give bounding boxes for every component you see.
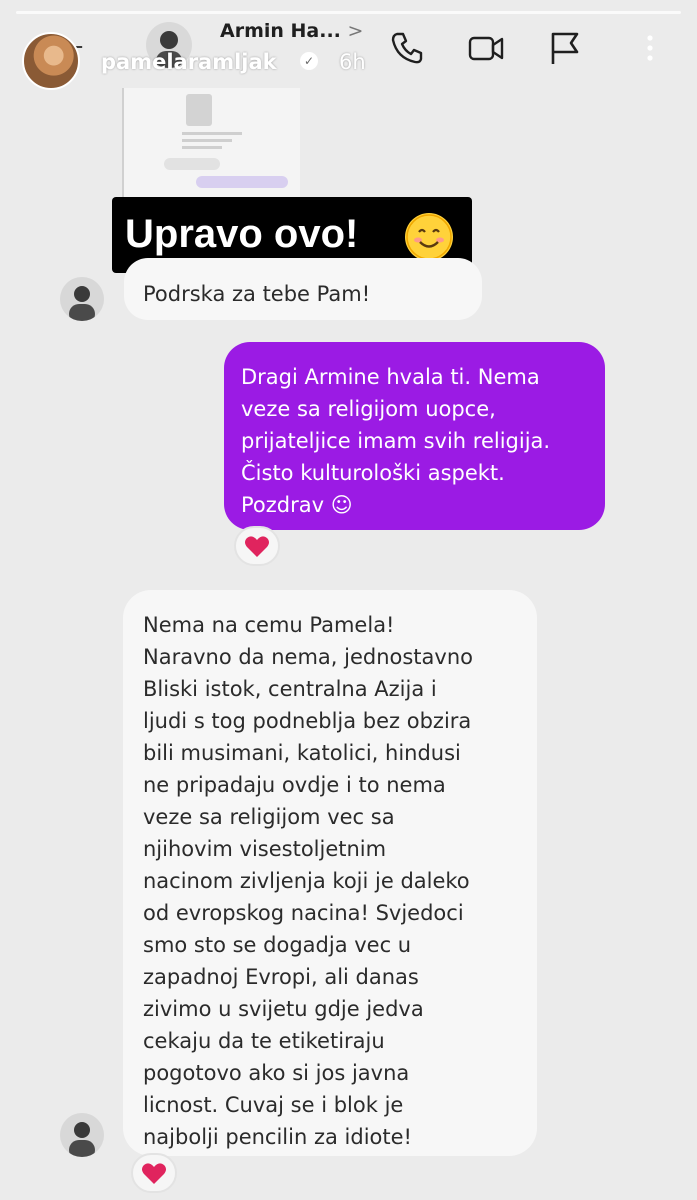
heart-icon: [245, 536, 269, 557]
incoming-message-text-long: Nema na cemu Pamela! Naravno da nema, je…: [143, 613, 473, 1149]
report-flag-icon[interactable]: [545, 28, 585, 68]
sticker-text: Upravo ovo!: [125, 212, 359, 256]
incoming-message-text: Podrska za tebe Pam!: [143, 282, 371, 306]
more-options-icon[interactable]: [640, 28, 660, 68]
outgoing-message-text: Dragi Armine hvala ti. Nema veze sa reli…: [241, 365, 551, 517]
video-call-icon[interactable]: [466, 28, 506, 68]
shared-screenshot-thumbnail: [122, 88, 300, 198]
dm-contact-name[interactable]: Armin Ha... >: [220, 20, 363, 42]
verified-badge-icon: ✓: [300, 52, 318, 70]
story-timestamp: 6h: [339, 50, 366, 74]
story-progress-bar: [16, 11, 681, 14]
heart-icon: [142, 1163, 166, 1184]
dm-contact-name-text: Armin Ha...: [220, 20, 341, 42]
smiling-face-emoji-icon: [405, 213, 453, 261]
phone-call-icon[interactable]: [387, 28, 427, 68]
sender-avatar[interactable]: [60, 1113, 104, 1157]
chevron-right-icon: >: [347, 20, 364, 42]
message-reaction[interactable]: [234, 526, 280, 566]
message-reaction[interactable]: [131, 1153, 177, 1193]
story-username[interactable]: pamelaramljak: [101, 50, 277, 74]
sender-avatar[interactable]: [60, 277, 104, 321]
story-owner-avatar[interactable]: [22, 32, 80, 90]
